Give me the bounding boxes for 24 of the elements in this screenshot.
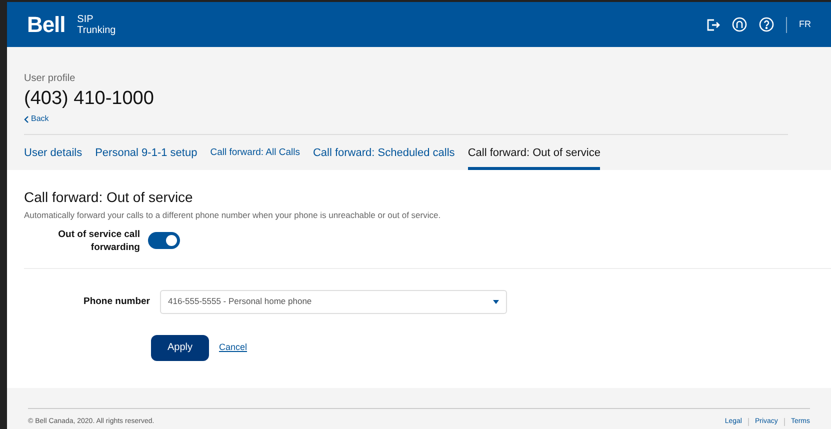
- back-link[interactable]: Back: [24, 113, 814, 125]
- chevron-left-icon: [24, 116, 29, 122]
- cancel-link[interactable]: Cancel: [219, 341, 248, 354]
- apply-button[interactable]: Apply: [151, 334, 209, 361]
- bell-logo: Bell: [27, 14, 66, 36]
- sign-out-icon[interactable]: [706, 18, 720, 32]
- help-icon[interactable]: [759, 17, 774, 32]
- support-icon[interactable]: [732, 17, 747, 32]
- section-description: Automatically forward your calls to a different phone number when your phone is unreachable or out of service.: [24, 209, 442, 222]
- toggle-switch[interactable]: [148, 232, 180, 250]
- caret-down-icon: [493, 300, 499, 304]
- product-name: SIP: [77, 14, 94, 24]
- language-link[interactable]: FR: [799, 18, 811, 32]
- page-label: User profile: [24, 73, 76, 85]
- product-name: Trunking: [77, 24, 116, 36]
- toggle-label: Out of service call forwarding: [57, 228, 140, 254]
- tab[interactable]: Call forward: All Calls: [210, 135, 300, 170]
- tab[interactable]: Personal 9-1-1 setup: [95, 135, 198, 170]
- field-label: Phone number: [82, 294, 150, 309]
- page-title: (403) 410-1000: [24, 87, 155, 111]
- tab[interactable]: Call forward: Scheduled calls: [312, 135, 455, 170]
- phone-number-dropdown[interactable]: 416-555-5555 - Personal home phone: [160, 290, 507, 314]
- tab[interactable]: User details: [24, 135, 82, 170]
- section-title: Call forward: Out of service: [24, 188, 194, 206]
